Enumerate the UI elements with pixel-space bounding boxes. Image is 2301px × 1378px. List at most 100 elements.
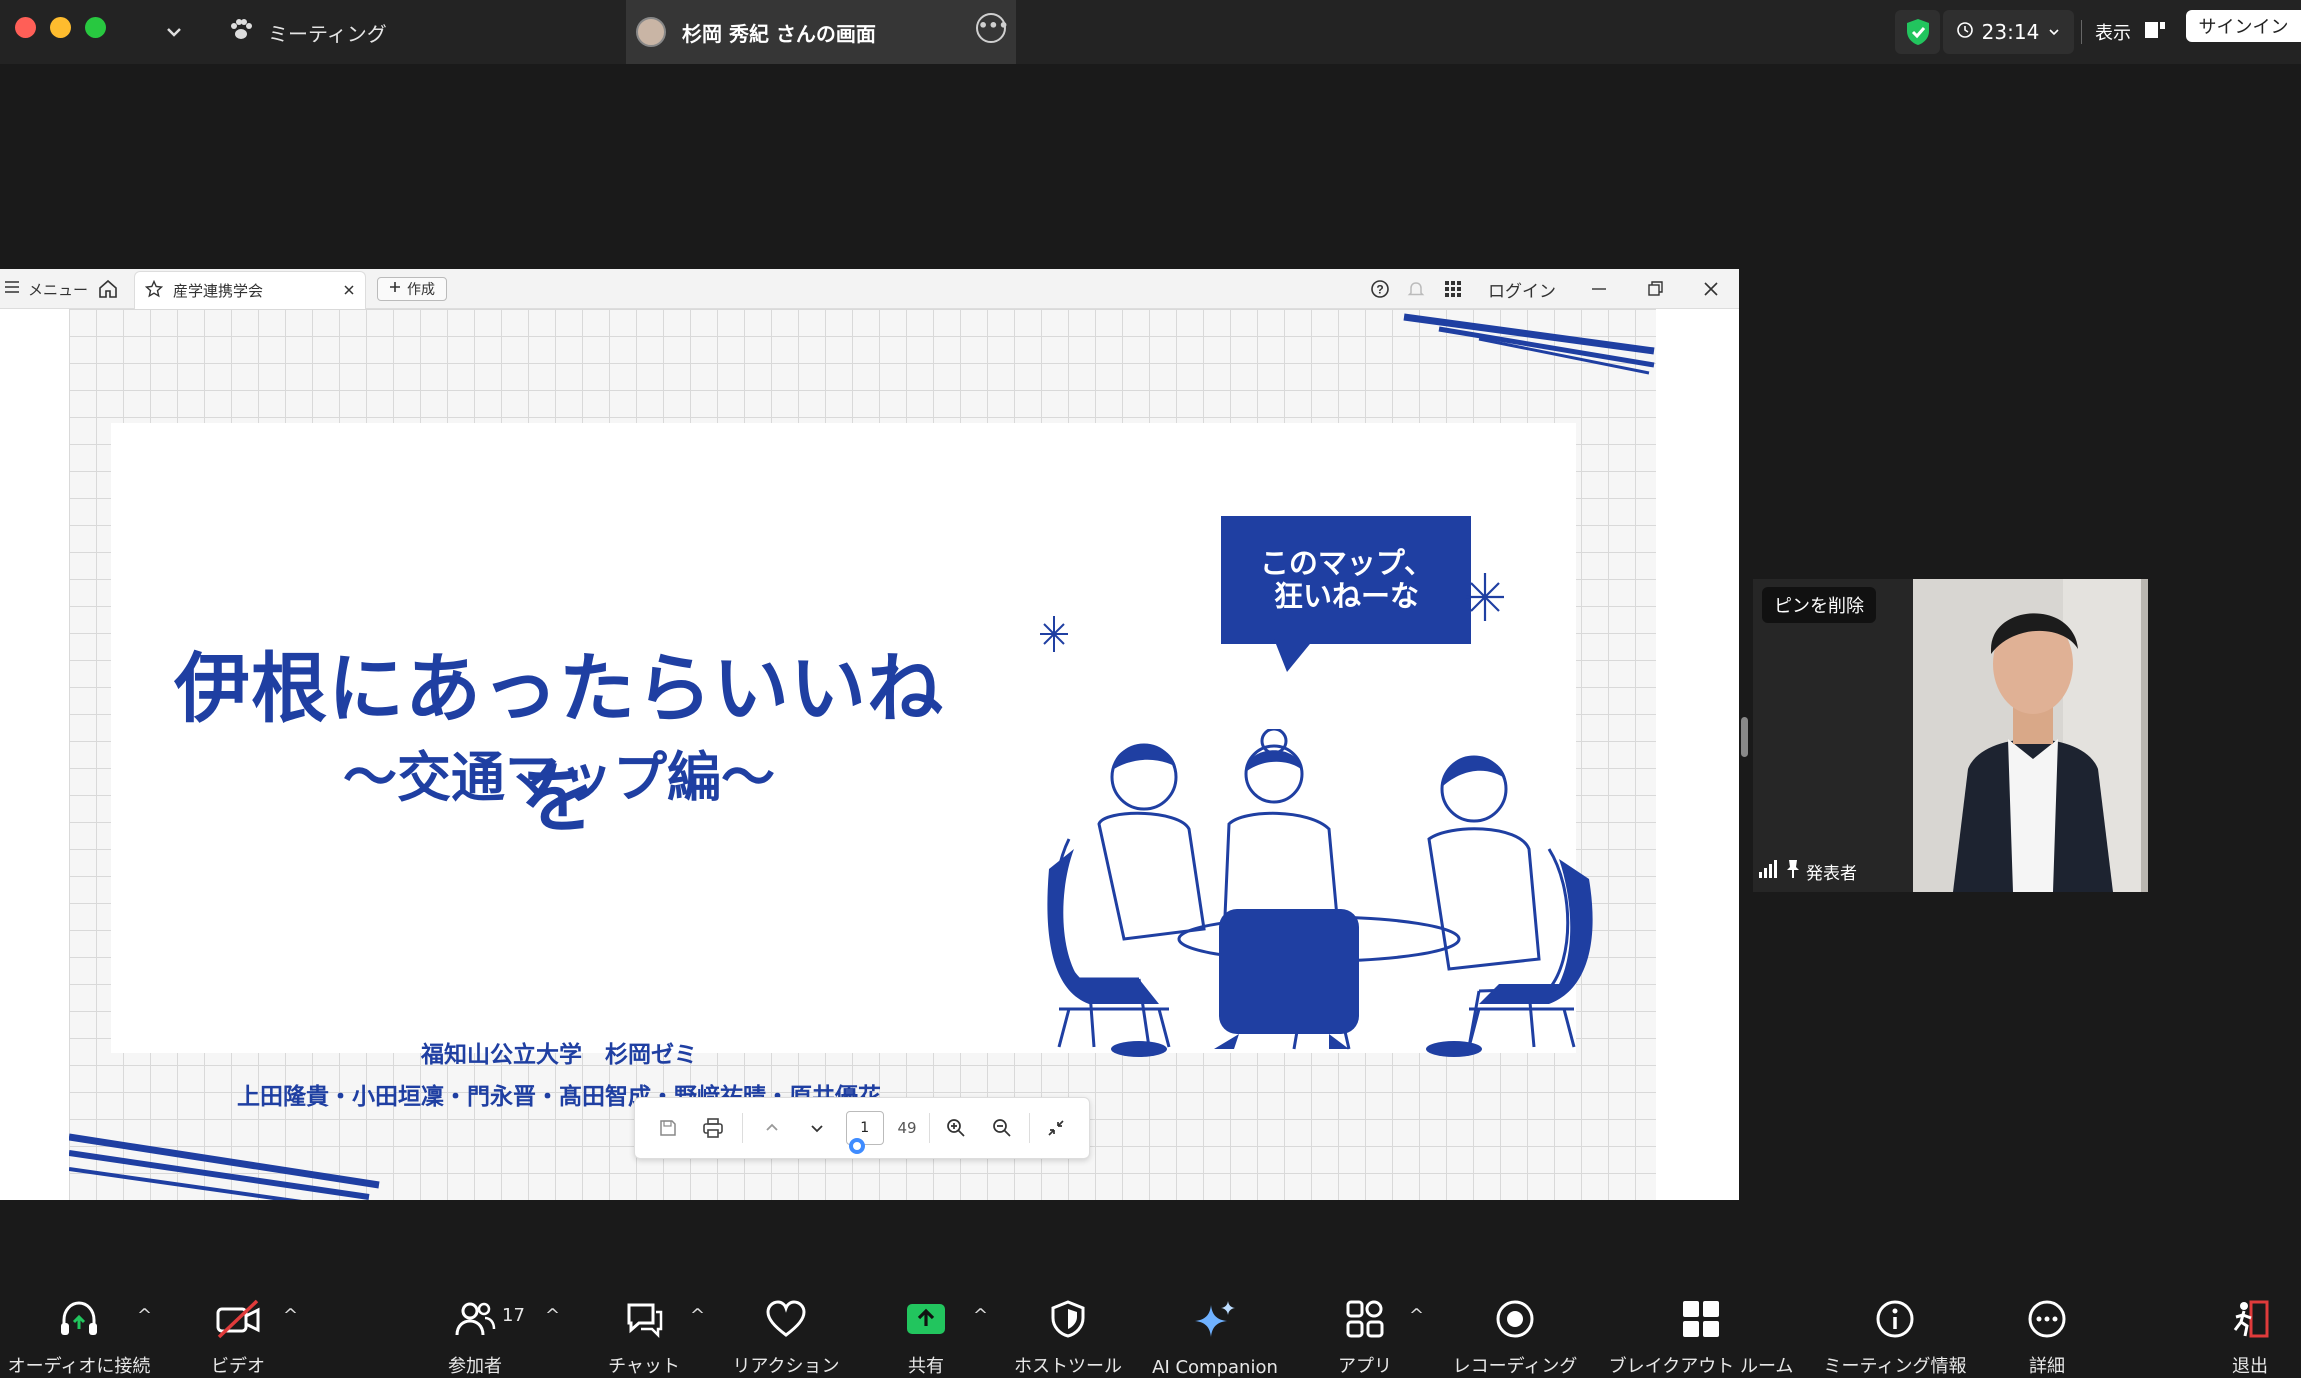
page-number-input[interactable]: 1	[845, 1111, 884, 1154]
breakout-rooms-button[interactable]: ブレイクアウト ルーム	[1606, 1265, 1796, 1378]
tab-meeting[interactable]: ミーティング	[228, 0, 387, 64]
slide-subtitle: ～交通マップ編～	[343, 746, 775, 809]
video-label: ビデオ	[211, 1356, 265, 1377]
star-icon	[144, 279, 164, 302]
avatar	[636, 17, 666, 47]
meeting-info-label: ミーティング情報	[1823, 1356, 1967, 1377]
leave-button[interactable]: 退出	[2220, 1265, 2280, 1378]
video-options-caret-icon[interactable]: ^	[283, 1305, 298, 1326]
pdf-toolbar: 1 49	[634, 1097, 1090, 1159]
more-label: 詳細	[2029, 1356, 2065, 1377]
ai-companion-button[interactable]: AI Companion	[1150, 1265, 1280, 1378]
view-button[interactable]: 表示	[2095, 10, 2167, 54]
participants-options-caret-icon[interactable]: ^	[545, 1305, 560, 1326]
participants-icon	[454, 1295, 496, 1342]
help-icon[interactable]: ?	[1370, 269, 1390, 309]
host-tools-button[interactable]: ホストツール	[1010, 1265, 1126, 1378]
more-icon	[2026, 1295, 2068, 1342]
apps-grid-icon[interactable]	[1444, 269, 1462, 309]
bell-icon[interactable]	[1406, 269, 1426, 309]
security-shield-icon[interactable]	[1895, 10, 1940, 54]
more-button[interactable]: 詳細	[2012, 1265, 2082, 1378]
recording-button[interactable]: レコーディング	[1450, 1265, 1580, 1378]
chat-label: チャット	[608, 1356, 680, 1377]
more-options-icon[interactable]: •••	[976, 13, 1009, 43]
tab-shared-screen[interactable]: 杉岡 秀紀 さんの画面 •••	[626, 0, 1016, 64]
recording-label: レコーディング	[1452, 1356, 1578, 1377]
close-icon[interactable]	[343, 282, 355, 300]
meeting-timer[interactable]: 23:14	[1943, 10, 2074, 54]
chevron-up-icon[interactable]	[749, 1108, 794, 1148]
zoom-in-icon[interactable]	[934, 1108, 979, 1148]
menu-button[interactable]: メニュー	[4, 269, 88, 309]
home-icon[interactable]	[97, 269, 119, 309]
share-button[interactable]: 共有	[886, 1265, 966, 1378]
share-options-caret-icon[interactable]: ^	[973, 1305, 988, 1326]
host-tools-label: ホストツール	[1014, 1356, 1122, 1377]
restore-icon[interactable]	[1646, 269, 1664, 309]
minimize-window-button[interactable]	[50, 17, 71, 38]
record-icon	[1494, 1295, 1536, 1342]
breakout-rooms-label: ブレイクアウト ルーム	[1608, 1356, 1794, 1377]
signin-button[interactable]: サインイン	[2186, 10, 2301, 42]
apps-label: アプリ	[1338, 1356, 1392, 1377]
leave-icon	[2229, 1295, 2271, 1342]
ai-sparkle-icon	[1193, 1295, 1237, 1347]
tab-document[interactable]: 産学連携学会	[134, 271, 366, 309]
leave-label: 退出	[2232, 1356, 2268, 1377]
audio-button[interactable]: オーディオに接続	[0, 1265, 158, 1378]
new-label: 作成	[407, 282, 435, 298]
reaction-label: リアクション	[732, 1356, 840, 1377]
close-icon[interactable]	[1702, 269, 1720, 309]
chat-options-caret-icon[interactable]: ^	[690, 1305, 705, 1326]
panel-resize-handle[interactable]	[1741, 717, 1748, 757]
sparkle-icon	[1040, 616, 1068, 652]
tab-document-label: 産学連携学会	[173, 282, 264, 300]
clock-text: 23:14	[1981, 20, 2040, 44]
audio-options-caret-icon[interactable]: ^	[137, 1305, 152, 1326]
tab-meeting-label: ミーティング	[268, 21, 387, 46]
video-button[interactable]: ビデオ	[198, 1265, 278, 1378]
breakout-grid-icon	[1681, 1295, 1721, 1342]
reaction-button[interactable]: リアクション	[728, 1265, 844, 1378]
speech-line-2: 狂いねーな	[1273, 579, 1419, 613]
view-label: 表示	[2095, 23, 2131, 44]
zoom-window: ミーティング 杉岡 秀紀 さんの画面 ••• 23:14 表示 サインイン メニ…	[0, 0, 2301, 1378]
collapse-icon[interactable]	[1034, 1108, 1079, 1148]
menu-label: メニュー	[28, 280, 89, 299]
current-page: 1	[860, 1120, 870, 1136]
meeting-info-button[interactable]: ミーティング情報	[1820, 1265, 1970, 1378]
participants-button[interactable]: 参加者	[440, 1265, 510, 1378]
plus-icon	[389, 281, 401, 297]
chat-icon	[623, 1295, 665, 1342]
ai-companion-label: AI Companion	[1152, 1357, 1278, 1378]
pdf-viewer-tabbar: メニュー 産学連携学会 作成 ? ログイン	[0, 269, 1739, 309]
save-icon[interactable]	[645, 1108, 690, 1148]
sparkle-icon	[1466, 573, 1504, 621]
speech-line-1: このマップ、	[1259, 546, 1434, 580]
login-button[interactable]: ログイン	[1488, 269, 1556, 309]
close-window-button[interactable]	[15, 17, 36, 38]
zoom-out-icon[interactable]	[979, 1108, 1024, 1148]
brush-stroke-bottom-left	[69, 1133, 380, 1200]
chat-button[interactable]: チャット	[600, 1265, 688, 1378]
apps-options-caret-icon[interactable]: ^	[1409, 1305, 1424, 1326]
meeting-toolbar: オーディオに接続 ビデオ 参加者 17 チャット リアクション 共有 ホストツー…	[0, 1265, 2301, 1378]
slide-affiliation: 福知山公立大学 杉岡ゼミ	[421, 1042, 697, 1068]
brush-stroke-top-right	[1403, 313, 1655, 375]
chevron-down-icon[interactable]	[160, 18, 188, 46]
chevron-down-icon[interactable]	[794, 1108, 839, 1148]
maximize-window-button[interactable]	[85, 17, 106, 38]
unpin-button[interactable]: ピンを削除	[1762, 587, 1876, 623]
new-document-button[interactable]: 作成	[377, 277, 447, 301]
speech-bubble-text: このマップ、 狂いねーな	[1224, 547, 1469, 613]
presentation-slide: 伊根にあったらいいねを ～交通マップ編～ 福知山公立大学 杉岡ゼミ 上田隆貴・小…	[69, 309, 1656, 1200]
pin-icon	[1786, 859, 1800, 884]
shared-screen: メニュー 産学連携学会 作成 ? ログイン 伊根にあったらいいねを ～交通マップ…	[0, 269, 1739, 1200]
apps-button[interactable]: アプリ	[1330, 1265, 1400, 1378]
cursor-indicator	[848, 1138, 865, 1154]
print-icon[interactable]	[690, 1108, 735, 1148]
minimize-icon[interactable]	[1590, 269, 1608, 309]
apps-icon	[1345, 1295, 1385, 1342]
heart-icon	[765, 1295, 807, 1342]
